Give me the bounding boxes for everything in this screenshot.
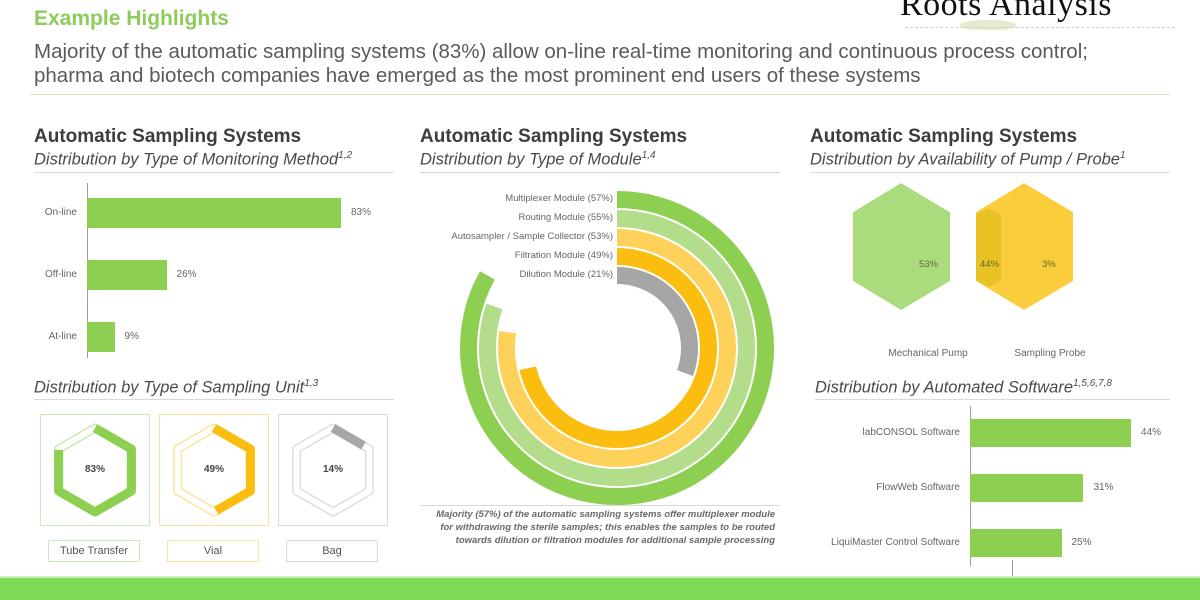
monitoring-value-label: 83% xyxy=(350,207,371,218)
venn-probe-only-value: 3% xyxy=(1042,259,1056,270)
highlights-text: Majority of the automatic sampling syste… xyxy=(34,40,1088,87)
module-note: Majority (57%) of the automatic sampling… xyxy=(436,509,775,546)
pump-footnote: 1 xyxy=(1119,150,1126,161)
venn-mechanical-pump-hexagon xyxy=(853,183,950,310)
radial-bar-label: Routing Module (55%) xyxy=(518,212,613,223)
radial-bar-label: Multiplexer Module (57%) xyxy=(505,193,613,204)
module-panel-subtitle: Distribution by Type of Module1,4 xyxy=(420,150,656,170)
radial-bar-label: Autosampler / Sample Collector (53%) xyxy=(451,231,613,242)
radial-bar-label: Dilution Module (21%) xyxy=(519,269,613,280)
monitoring-bar xyxy=(87,198,341,228)
monitoring-category-label: On-line xyxy=(44,207,77,218)
monitoring-bar xyxy=(87,322,115,352)
software-value-label: 25% xyxy=(1071,537,1092,548)
venn-label-sampling-probe: Sampling Probe xyxy=(1014,348,1086,359)
software-category-label: labCONSOL Software xyxy=(862,427,960,438)
venn-both-value: 44% xyxy=(980,259,1000,270)
pump-probe-venn xyxy=(853,183,1073,329)
pump-divider xyxy=(810,172,1170,173)
software-value-label: 44% xyxy=(1141,427,1162,438)
software-category-label: LiquiMaster Control Software xyxy=(831,537,960,548)
sampling-unit-label: Tube Transfer xyxy=(48,540,140,562)
monitoring-category-label: Off-line xyxy=(44,269,77,280)
software-footnote: 1,5,6,7,8 xyxy=(1073,378,1112,389)
monitoring-subtitle-text: Distribution by Type of Monitoring Metho… xyxy=(34,150,339,169)
mechanical-pump-icon xyxy=(921,305,941,324)
footer-bar xyxy=(0,576,1200,600)
monitoring-value-label: 9% xyxy=(124,331,139,342)
highlights-title: Example Highlights xyxy=(34,7,229,30)
pump-panel-title: Automatic Sampling Systems xyxy=(810,126,1078,147)
sampling-unit-divider xyxy=(34,399,394,400)
hexagon-gauge-value: 49% xyxy=(203,464,224,475)
sampling-unit-label: Bag xyxy=(286,540,378,562)
monitoring-divider xyxy=(34,172,394,173)
venn-label-mechanical-pump: Mechanical Pump xyxy=(888,348,968,359)
pump-panel-subtitle: Distribution by Availability of Pump / P… xyxy=(810,150,1126,170)
software-subtitle: Distribution by Automated Software1,5,6,… xyxy=(815,378,1112,398)
monitoring-category-label: At-line xyxy=(48,331,77,342)
module-panel-title: Automatic Sampling Systems xyxy=(420,126,688,147)
footer-separator xyxy=(1012,560,1013,576)
sampling-unit-footnote: 1,3 xyxy=(304,378,319,389)
sampling-unit-subtitle: Distribution by Type of Sampling Unit1,3 xyxy=(34,378,318,398)
monitoring-bar xyxy=(87,260,167,290)
sampling-unit-label: Vial xyxy=(167,540,259,562)
header-divider xyxy=(30,94,1170,95)
venn-pump-only-value: 53% xyxy=(919,259,939,270)
monitoring-panel-title: Automatic Sampling Systems xyxy=(34,126,302,147)
radial-bar-label: Filtration Module (49%) xyxy=(514,250,613,261)
brand-logo: Roots Analysis xyxy=(900,0,1112,23)
hexagon-gauge-value: 83% xyxy=(84,464,105,475)
software-bar xyxy=(970,474,1084,502)
module-subtitle-text: Distribution by Type of Module xyxy=(420,150,642,169)
software-bar xyxy=(970,529,1062,557)
software-subtitle-text: Distribution by Automated Software xyxy=(815,378,1074,397)
monitoring-panel-subtitle: Distribution by Type of Monitoring Metho… xyxy=(34,150,352,170)
sampling-probe-icon xyxy=(1043,303,1055,329)
software-category-label: FlowWeb Software xyxy=(876,482,960,493)
pump-subtitle-text: Distribution by Availability of Pump / P… xyxy=(810,150,1120,169)
software-bar xyxy=(970,419,1132,447)
monitoring-footnote: 1,2 xyxy=(338,150,353,161)
module-note-divider xyxy=(420,505,780,506)
software-value-label: 31% xyxy=(1093,482,1114,493)
brand-underline xyxy=(905,27,1175,30)
venn-overlap xyxy=(976,208,1001,287)
software-divider xyxy=(815,399,1170,400)
hexagon-gauge-value: 14% xyxy=(322,464,343,475)
monitoring-value-label: 26% xyxy=(176,269,197,280)
sampling-unit-subtitle-text: Distribution by Type of Sampling Unit xyxy=(34,378,305,397)
module-footnote: 1,4 xyxy=(641,150,656,161)
